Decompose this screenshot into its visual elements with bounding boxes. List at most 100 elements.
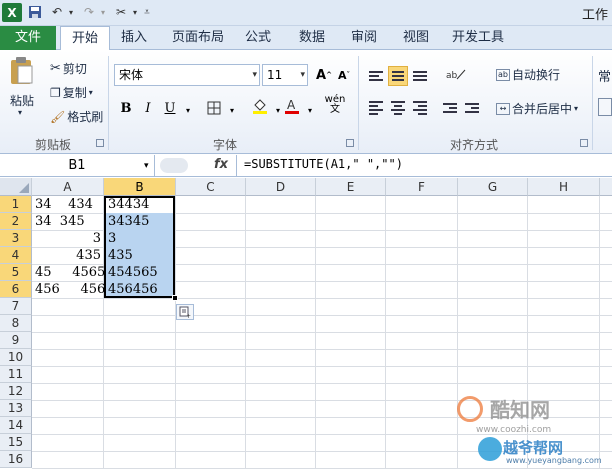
watermark-brand-url: www.yueyangbang.com — [506, 456, 602, 465]
row-header-8[interactable]: 8 — [0, 315, 32, 332]
row-header-15[interactable]: 15 — [0, 434, 32, 451]
italic-button[interactable]: I — [138, 98, 158, 118]
row-header-1[interactable]: 1 — [0, 196, 32, 213]
undo-dropdown-icon[interactable]: ▾ — [62, 3, 80, 21]
tab-data[interactable]: 数据 — [294, 26, 330, 50]
tab-view[interactable]: 视图 — [398, 26, 434, 50]
row-header-4[interactable]: 4 — [0, 247, 32, 264]
increase-indent-icon[interactable] — [462, 98, 482, 118]
merge-dropdown-icon[interactable]: ▾ — [574, 104, 578, 113]
cell-b2[interactable]: 34345 — [105, 213, 175, 230]
cell-b4[interactable]: 435 — [105, 247, 175, 264]
bold-button[interactable]: B — [116, 98, 136, 118]
column-header-c[interactable]: C — [176, 178, 246, 196]
font-launcher-icon[interactable] — [346, 139, 354, 147]
formula-input[interactable]: =SUBSTITUTE(A1," ","") — [244, 157, 403, 171]
redo-dropdown-icon[interactable]: ▾ — [94, 3, 112, 21]
borders-icon[interactable] — [204, 98, 224, 118]
align-center-icon[interactable] — [388, 98, 408, 118]
paste-dropdown-icon[interactable]: ▾ — [18, 108, 22, 117]
cell-a1[interactable]: 34 434 — [33, 196, 103, 213]
paste-icon[interactable] — [8, 56, 38, 86]
column-header-e[interactable]: E — [316, 178, 386, 196]
alignment-launcher-icon[interactable] — [580, 139, 588, 147]
save-icon[interactable] — [26, 3, 44, 21]
grow-font-icon[interactable]: A ^ — [314, 65, 334, 85]
insert-function-icon[interactable]: fx — [214, 157, 228, 172]
underline-button[interactable]: U — [160, 98, 180, 118]
paste-options-icon[interactable]: + — [176, 304, 194, 320]
cell-a4[interactable]: 435 — [33, 247, 103, 264]
borders-dropdown-icon[interactable]: ▾ — [222, 100, 242, 120]
cell-b5[interactable]: 454565 — [105, 264, 175, 281]
font-size-combo[interactable]: 11 ▾ — [262, 64, 308, 86]
row-header-5[interactable]: 5 — [0, 264, 32, 281]
cell-a5[interactable]: 45 4565 — [33, 264, 105, 281]
tab-formulas[interactable]: 公式 — [240, 26, 276, 50]
font-group-label: 字体 — [212, 138, 237, 152]
copy-dropdown-icon[interactable]: ▾ — [89, 88, 93, 97]
underline-dropdown-icon[interactable]: ▾ — [178, 100, 198, 120]
row-header-6[interactable]: 6 — [0, 281, 32, 298]
tab-review[interactable]: 审阅 — [346, 26, 382, 50]
column-header-d[interactable]: D — [246, 178, 316, 196]
align-right-icon[interactable] — [410, 98, 430, 118]
bottom-align-icon[interactable] — [410, 66, 430, 86]
cell-b1[interactable]: 34434 — [105, 196, 175, 213]
column-header-f[interactable]: F — [386, 178, 458, 196]
row-header-2[interactable]: 2 — [0, 213, 32, 230]
tab-page-layout[interactable]: 页面布局 — [168, 26, 228, 50]
cell-a6[interactable]: 456 456 — [33, 281, 105, 298]
row-header-10[interactable]: 10 — [0, 349, 32, 366]
row-header-12[interactable]: 12 — [0, 383, 32, 400]
align-left-icon[interactable] — [366, 98, 386, 118]
row-header-9[interactable]: 9 — [0, 332, 32, 349]
tab-file[interactable]: 文件 — [0, 26, 56, 50]
clipboard-launcher-icon[interactable] — [96, 139, 104, 147]
row-header-7[interactable]: 7 — [0, 298, 32, 315]
orientation-icon[interactable]: ab — [444, 64, 468, 84]
middle-align-icon[interactable] — [388, 66, 408, 86]
wrap-text-button[interactable]: ab 自动换行 — [496, 66, 560, 83]
font-name-combo[interactable]: 宋体 ▾ — [114, 64, 260, 86]
number-format-combo[interactable]: 常 — [598, 66, 611, 85]
cell-b6[interactable]: 456456 — [105, 281, 175, 298]
column-header-a[interactable]: A — [32, 178, 104, 196]
watermark-brand: 越爷帮网 — [503, 439, 564, 457]
merge-center-button[interactable]: ↔ 合并后居中 ▾ — [496, 100, 578, 117]
row-header-11[interactable]: 11 — [0, 366, 32, 383]
font-name-value: 宋体 — [119, 68, 144, 82]
formula-bar-resize-handle[interactable] — [160, 158, 188, 173]
format-painter-button[interactable]: 🖌 格式刷 — [50, 108, 103, 125]
tab-developer[interactable]: 开发工具 — [448, 26, 508, 50]
font-color-icon[interactable]: A — [282, 96, 302, 116]
paste-button[interactable]: 粘贴 — [10, 92, 34, 109]
cell-a2[interactable]: 34 345 — [33, 213, 103, 230]
top-align-icon[interactable] — [366, 66, 386, 86]
row-header-13[interactable]: 13 — [0, 400, 32, 417]
shrink-font-icon[interactable]: Aˇ — [334, 65, 354, 85]
fill-color-icon[interactable] — [250, 96, 270, 116]
watermark-url: www.coozhi.com — [476, 425, 552, 435]
font-color-dropdown-icon[interactable]: ▾ — [300, 100, 320, 120]
tab-home[interactable]: 开始 — [60, 26, 110, 51]
cell-b3[interactable]: 3 — [105, 230, 175, 247]
column-header-g[interactable]: G — [458, 178, 528, 196]
phonetic-guide-icon[interactable]: wén 文 — [322, 94, 348, 115]
copy-button[interactable]: ❐ 复制 ▾ — [50, 84, 93, 101]
excel-app-icon[interactable]: X — [2, 3, 22, 22]
cell-a3[interactable]: 3 — [33, 230, 103, 247]
tab-insert[interactable]: 插入 — [116, 26, 152, 50]
row-header-16[interactable]: 16 — [0, 451, 32, 468]
column-header-h[interactable]: H — [528, 178, 600, 196]
row-header-14[interactable]: 14 — [0, 417, 32, 434]
name-box-dropdown-icon[interactable]: ▾ — [144, 161, 149, 171]
select-all-corner[interactable] — [0, 178, 32, 196]
decrease-indent-icon[interactable] — [440, 98, 460, 118]
currency-format-icon[interactable] — [598, 98, 612, 116]
column-header-b[interactable]: B — [104, 178, 176, 196]
customize-qat-icon[interactable]: ⩡ — [138, 3, 156, 21]
row-header-3[interactable]: 3 — [0, 230, 32, 247]
name-box[interactable]: B1 — [0, 155, 155, 176]
cut-button[interactable]: ✂ 剪切 — [50, 60, 87, 77]
